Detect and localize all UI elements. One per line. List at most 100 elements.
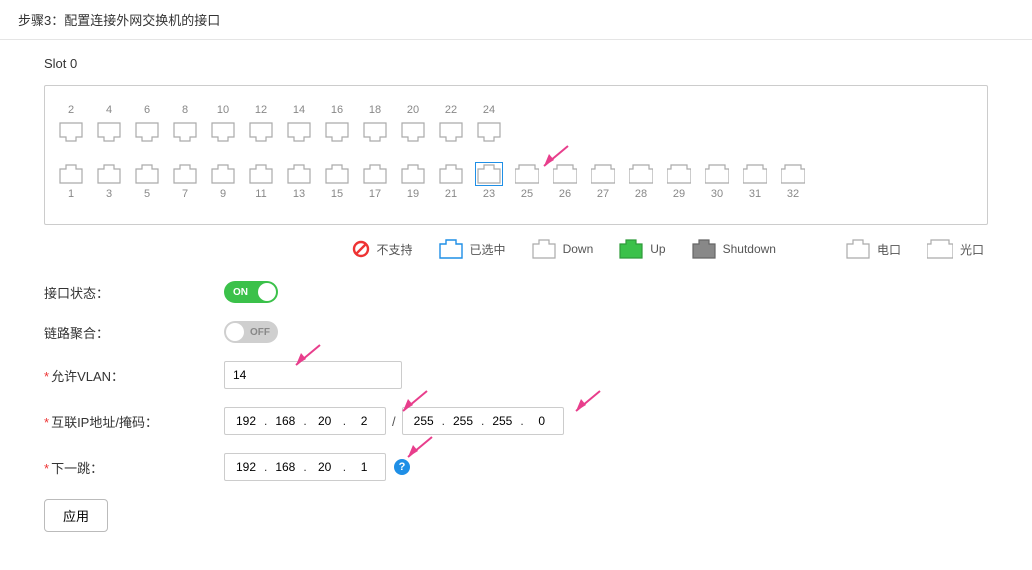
label-ip: *互联IP地址/掩码： (44, 412, 224, 431)
legend-up: Up (619, 239, 665, 259)
port-1[interactable] (59, 164, 83, 184)
port-14[interactable] (287, 122, 311, 142)
port-number: 26 (559, 188, 571, 202)
port-7[interactable] (173, 164, 197, 184)
port-number: 31 (749, 188, 761, 202)
slot-label: Slot 0 (44, 56, 988, 71)
ip-d[interactable] (347, 409, 381, 433)
port-number: 22 (445, 104, 457, 118)
port-number: 16 (331, 104, 343, 118)
port-number: 13 (293, 188, 305, 202)
port-number: 32 (787, 188, 799, 202)
port-18[interactable] (363, 122, 387, 142)
help-icon[interactable]: ? (394, 459, 410, 475)
port-number: 21 (445, 188, 457, 202)
nh-a[interactable] (229, 455, 263, 479)
toggle-interface-status[interactable]: ON (224, 281, 278, 303)
port-29[interactable] (667, 164, 691, 184)
port-24[interactable] (477, 122, 501, 142)
port-11[interactable] (249, 164, 273, 184)
port-9[interactable] (211, 164, 235, 184)
port-3[interactable] (97, 164, 121, 184)
port-25[interactable] (515, 164, 539, 184)
port-8[interactable] (173, 122, 197, 142)
port-panel: 24681012141618202224 1357911131517192123… (44, 85, 988, 225)
port-number: 7 (182, 188, 188, 202)
port-number: 23 (483, 188, 495, 202)
port-19[interactable] (401, 164, 425, 184)
nh-c[interactable] (308, 455, 342, 479)
port-16[interactable] (325, 122, 349, 142)
port-6[interactable] (135, 122, 159, 142)
port-number: 24 (483, 104, 495, 118)
port-21[interactable] (439, 164, 463, 184)
port-32[interactable] (781, 164, 805, 184)
apply-button[interactable]: 应用 (44, 499, 108, 532)
port-number: 29 (673, 188, 685, 202)
mask-b[interactable] (446, 409, 480, 433)
ip-c[interactable] (308, 409, 342, 433)
port-number: 10 (217, 104, 229, 118)
port-number: 25 (521, 188, 533, 202)
port-number: 14 (293, 104, 305, 118)
step-title: 步骤3：配置连接外网交换机的接口 (0, 0, 1032, 40)
port-15[interactable] (325, 164, 349, 184)
legend-unsupported: 不支持 (352, 240, 413, 258)
port-26[interactable] (553, 164, 577, 184)
input-nexthop[interactable]: . . . (224, 453, 386, 481)
port-12[interactable] (249, 122, 273, 142)
annotation-arrow-nexthop (404, 437, 438, 464)
label-agg: 链路聚合： (44, 323, 224, 342)
port-number: 5 (144, 188, 150, 202)
port-10[interactable] (211, 122, 235, 142)
port-4[interactable] (97, 122, 121, 142)
port-number: 19 (407, 188, 419, 202)
legend-copper: 电口 (846, 239, 901, 259)
label-vlan: *允许VLAN： (44, 366, 224, 385)
port-number: 18 (369, 104, 381, 118)
mask-a[interactable] (407, 409, 441, 433)
port-27[interactable] (591, 164, 615, 184)
ip-a[interactable] (229, 409, 263, 433)
port-number: 20 (407, 104, 419, 118)
port-5[interactable] (135, 164, 159, 184)
port-number: 27 (597, 188, 609, 202)
mask-d[interactable] (525, 409, 559, 433)
input-ip-address[interactable]: . . . (224, 407, 386, 435)
port-number: 30 (711, 188, 723, 202)
port-number: 17 (369, 188, 381, 202)
port-22[interactable] (439, 122, 463, 142)
nh-b[interactable] (268, 455, 302, 479)
legend: 不支持 已选中 Down Up Shutdown 电口 光口 (44, 239, 988, 259)
label-nexthop: *下一跳： (44, 458, 224, 477)
port-number: 1 (68, 188, 74, 202)
port-number: 6 (144, 104, 150, 118)
port-number: 3 (106, 188, 112, 202)
port-number: 11 (255, 188, 266, 202)
nh-d[interactable] (347, 455, 381, 479)
port-30[interactable] (705, 164, 729, 184)
legend-down: Down (532, 239, 594, 259)
toggle-link-aggregation[interactable]: OFF (224, 321, 278, 343)
port-20[interactable] (401, 122, 425, 142)
port-23[interactable] (477, 164, 501, 184)
input-vlan[interactable] (224, 361, 402, 389)
port-31[interactable] (743, 164, 767, 184)
input-ip-mask[interactable]: . . . (402, 407, 564, 435)
port-number: 9 (220, 188, 226, 202)
legend-shutdown: Shutdown (692, 239, 776, 259)
port-number: 8 (182, 104, 188, 118)
label-status: 接口状态： (44, 283, 224, 302)
mask-c[interactable] (485, 409, 519, 433)
port-number: 4 (106, 104, 112, 118)
legend-fiber: 光口 (927, 239, 984, 259)
legend-selected: 已选中 (439, 239, 506, 259)
ip-slash: / (392, 414, 396, 429)
port-28[interactable] (629, 164, 653, 184)
port-2[interactable] (59, 122, 83, 142)
port-13[interactable] (287, 164, 311, 184)
port-17[interactable] (363, 164, 387, 184)
port-number: 28 (635, 188, 647, 202)
annotation-arrow-mask (572, 391, 606, 418)
ip-b[interactable] (268, 409, 302, 433)
